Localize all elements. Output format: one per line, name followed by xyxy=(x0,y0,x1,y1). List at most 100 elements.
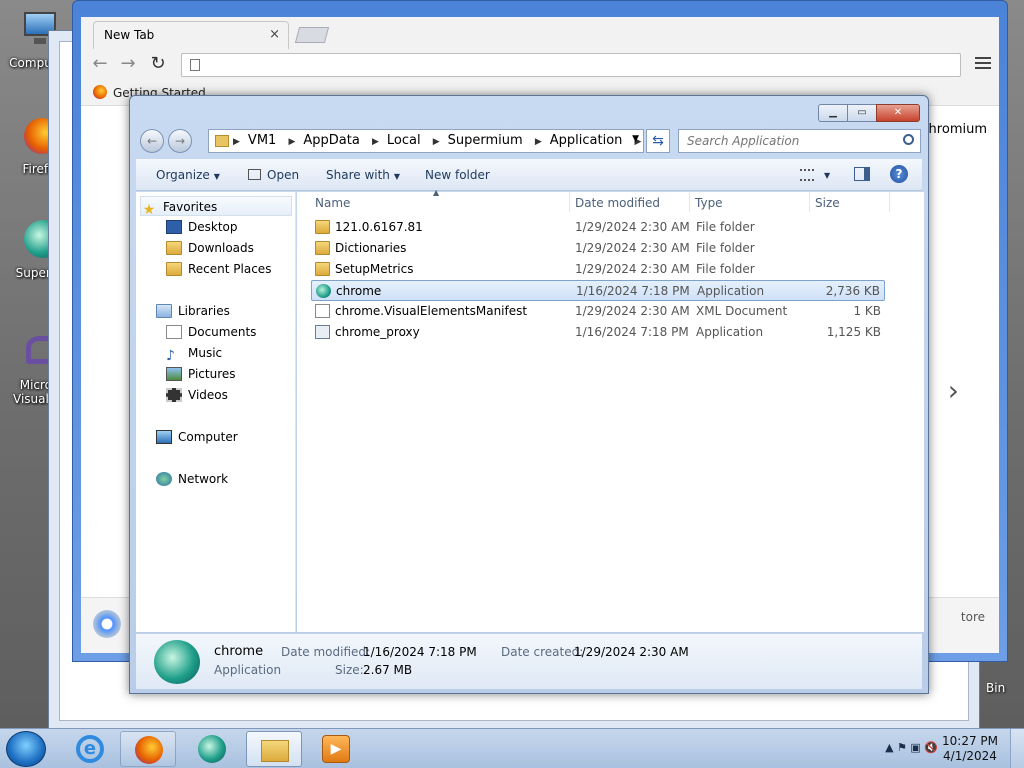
nav-recent-places[interactable]: Recent Places xyxy=(166,259,271,279)
file-row-selected[interactable]: chrome 1/16/2024 7:18 PM Application 2,7… xyxy=(311,280,885,301)
show-desktop-button[interactable] xyxy=(1010,729,1024,768)
breadcrumb-item[interactable]: AppData xyxy=(303,133,359,148)
browser-tab[interactable]: New Tab × xyxy=(93,21,289,49)
sort-ascending-icon: ▲ xyxy=(433,188,440,197)
file-row[interactable]: chrome_proxy 1/16/2024 7:18 PM Applicati… xyxy=(311,322,885,343)
nav-videos[interactable]: Videos xyxy=(166,385,228,405)
details-modified-value: 1/16/2024 7:18 PM xyxy=(363,645,477,659)
clock[interactable]: 10:27 PM 4/1/2024 xyxy=(942,734,998,764)
taskbar: e ▶ ▲ ⚑ ▣ 🔇 10:27 PM 4/1/2024 xyxy=(0,728,1024,768)
media-player-icon: ▶ xyxy=(322,735,350,763)
folder-icon xyxy=(315,241,330,255)
nav-favorites[interactable]: ★ Favorites xyxy=(140,196,292,218)
recent-places-icon xyxy=(166,262,182,276)
details-name: chrome xyxy=(214,644,264,659)
open-icon xyxy=(248,169,261,180)
tab-close-icon[interactable]: × xyxy=(269,27,280,42)
folder-icon xyxy=(315,262,330,276)
xml-document-icon xyxy=(315,304,330,318)
nav-network[interactable]: Network xyxy=(156,469,228,489)
folder-icon xyxy=(315,220,330,234)
details-created-value: 1/29/2024 2:30 AM xyxy=(574,645,689,659)
details-size-label: Size: xyxy=(335,663,364,677)
details-kind: Application xyxy=(214,663,282,677)
recycle-bin-label[interactable]: Bin xyxy=(986,681,1005,695)
search-field[interactable] xyxy=(687,134,887,148)
nav-documents[interactable]: Documents xyxy=(166,322,256,342)
details-created-label: Date created: xyxy=(501,645,584,659)
internet-explorer-icon: e xyxy=(76,735,104,763)
file-row[interactable]: SetupMetrics 1/29/2024 2:30 AM File fold… xyxy=(311,259,885,280)
back-arrow-icon[interactable]: ← xyxy=(89,53,111,75)
new-tab-button[interactable] xyxy=(294,27,330,43)
history-buttons: ← → xyxy=(138,128,198,154)
help-icon[interactable]: ? xyxy=(890,165,908,183)
file-row[interactable]: 121.0.6167.81 1/29/2024 2:30 AM File fol… xyxy=(311,217,885,238)
pictures-icon xyxy=(166,367,182,381)
forward-button[interactable]: → xyxy=(168,129,192,153)
organize-button[interactable]: Organize ▼ xyxy=(156,168,220,182)
breadcrumb-item[interactable]: Application xyxy=(550,133,623,148)
refresh-icon[interactable]: ⇆ xyxy=(646,129,670,153)
nav-music[interactable]: ♪ Music xyxy=(166,343,222,364)
chevron-right-icon[interactable]: › xyxy=(948,374,959,407)
taskbar-windows-explorer[interactable] xyxy=(246,731,302,767)
column-header-size[interactable]: Size xyxy=(815,196,840,210)
music-icon: ♪ xyxy=(166,348,175,364)
chevron-down-icon[interactable]: ▼ xyxy=(632,134,639,144)
tab-title: New Tab xyxy=(104,28,155,42)
column-header-type[interactable]: Type xyxy=(695,196,723,210)
supermium-icon xyxy=(198,735,226,763)
menu-icon[interactable] xyxy=(975,55,991,69)
maximize-button[interactable]: ▭ xyxy=(847,104,877,122)
nav-pictures[interactable]: Pictures xyxy=(166,364,236,384)
view-options-icon[interactable] xyxy=(800,167,818,183)
taskbar-media-player[interactable]: ▶ xyxy=(308,731,364,767)
taskbar-internet-explorer[interactable]: e xyxy=(62,731,118,767)
videos-icon xyxy=(166,388,182,402)
breadcrumb-item[interactable]: Local xyxy=(387,133,421,148)
close-button[interactable]: ✕ xyxy=(876,104,920,122)
search-icon[interactable] xyxy=(903,134,914,145)
breadcrumb-item[interactable]: Supermium xyxy=(448,133,523,148)
clock-time: 10:27 PM xyxy=(942,734,998,748)
system-tray-icons[interactable]: ▲ ⚑ ▣ 🔇 xyxy=(885,741,938,754)
open-button[interactable]: Open xyxy=(248,168,299,182)
column-header-date-modified[interactable]: Date modified xyxy=(575,196,660,210)
downloads-icon xyxy=(166,241,182,255)
application-icon xyxy=(315,325,330,339)
back-button[interactable]: ← xyxy=(140,129,164,153)
column-header-name[interactable]: Name xyxy=(315,196,350,210)
network-icon xyxy=(156,472,172,486)
file-row[interactable]: chrome.VisualElementsManifest 1/29/2024 … xyxy=(311,301,885,322)
nav-libraries[interactable]: Libraries xyxy=(156,301,230,321)
forward-arrow-icon[interactable]: → xyxy=(117,53,139,75)
page-icon xyxy=(190,59,200,71)
new-folder-button[interactable]: New folder xyxy=(425,168,490,182)
reload-icon[interactable]: ↻ xyxy=(147,53,169,75)
web-store-link[interactable]: tore xyxy=(961,610,985,624)
supermium-app-icon xyxy=(316,284,331,298)
minimize-button[interactable]: ▁ xyxy=(818,104,848,122)
folder-icon xyxy=(261,740,289,762)
taskbar-firefox[interactable] xyxy=(120,731,176,767)
nav-computer[interactable]: Computer xyxy=(156,427,238,447)
file-row[interactable]: Dictionaries 1/29/2024 2:30 AM File fold… xyxy=(311,238,885,259)
breadcrumb-path: ▶ VM1 ▶ AppData ▶ Local ▶ Supermium ▶ Applica… xyxy=(233,133,642,148)
chromium-icon[interactable] xyxy=(93,610,121,638)
preview-pane-icon[interactable] xyxy=(854,167,872,183)
nav-desktop[interactable]: Desktop xyxy=(166,217,238,237)
breadcrumb[interactable]: ▶ VM1 ▶ AppData ▶ Local ▶ Supermium ▶ Applica… xyxy=(208,129,644,153)
breadcrumb-item[interactable]: VM1 xyxy=(248,133,276,148)
supermium-app-icon xyxy=(154,640,200,684)
chevron-down-icon[interactable]: ▼ xyxy=(824,171,830,180)
details-size-value: 2.67 MB xyxy=(363,663,413,677)
share-with-button[interactable]: Share with ▼ xyxy=(326,168,400,182)
taskbar-supermium[interactable] xyxy=(184,731,240,767)
page-text: Chromium xyxy=(919,122,987,137)
address-bar[interactable] xyxy=(181,53,961,77)
start-button[interactable] xyxy=(6,731,46,767)
show-hidden-icons-icon[interactable]: ▲ xyxy=(885,741,893,754)
nav-downloads[interactable]: Downloads xyxy=(166,238,254,258)
search-input[interactable] xyxy=(678,129,921,153)
